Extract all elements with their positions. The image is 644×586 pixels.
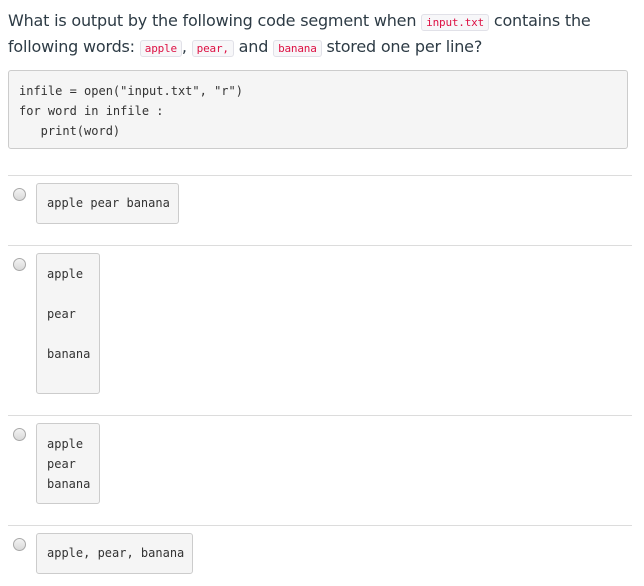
inline-code-word: banana <box>273 40 322 57</box>
inline-code-filename: input.txt <box>421 14 489 31</box>
divider <box>8 415 632 416</box>
option-answer-3[interactable]: apple pear banana <box>36 423 100 504</box>
answer-line: banana <box>47 477 91 491</box>
answer-line: apple <box>47 267 84 281</box>
option-answer-1[interactable]: apple pear banana <box>36 183 179 224</box>
code-block: infile = open("input.txt", "r") for word… <box>8 70 628 149</box>
answer-line <box>47 284 89 304</box>
question-text: What is output by the following code seg… <box>8 9 638 61</box>
answer-line: apple pear banana <box>47 196 170 210</box>
answer-line: pear <box>47 307 76 321</box>
answer-line: pear <box>47 457 76 471</box>
question-text-part: stored one per line? <box>321 37 483 56</box>
question-text-part: and <box>233 37 274 56</box>
code-line: for word in infile : <box>19 104 164 118</box>
option-radio-3[interactable] <box>13 428 26 441</box>
answer-line <box>47 324 89 344</box>
divider <box>8 175 632 176</box>
code-line: print(word) <box>19 124 121 138</box>
option-radio-4[interactable] <box>13 538 26 551</box>
answer-line: apple <box>47 437 84 451</box>
option-radio-2[interactable] <box>13 258 26 271</box>
inline-code-word: pear, <box>191 40 234 57</box>
answer-line: apple, pear, banana <box>47 546 185 560</box>
inline-code-word: apple <box>139 40 182 57</box>
divider <box>8 245 632 246</box>
option-answer-4[interactable]: apple, pear, banana <box>36 533 193 574</box>
code-line: infile = open("input.txt", "r") <box>19 84 243 98</box>
answer-line: banana <box>47 347 91 361</box>
option-answer-2[interactable]: apple pear banana <box>36 253 100 394</box>
question-text-part: , <box>181 37 192 56</box>
option-radio-1[interactable] <box>13 188 26 201</box>
question-text-part: What is output by the following code seg… <box>8 11 422 30</box>
divider <box>8 525 632 526</box>
